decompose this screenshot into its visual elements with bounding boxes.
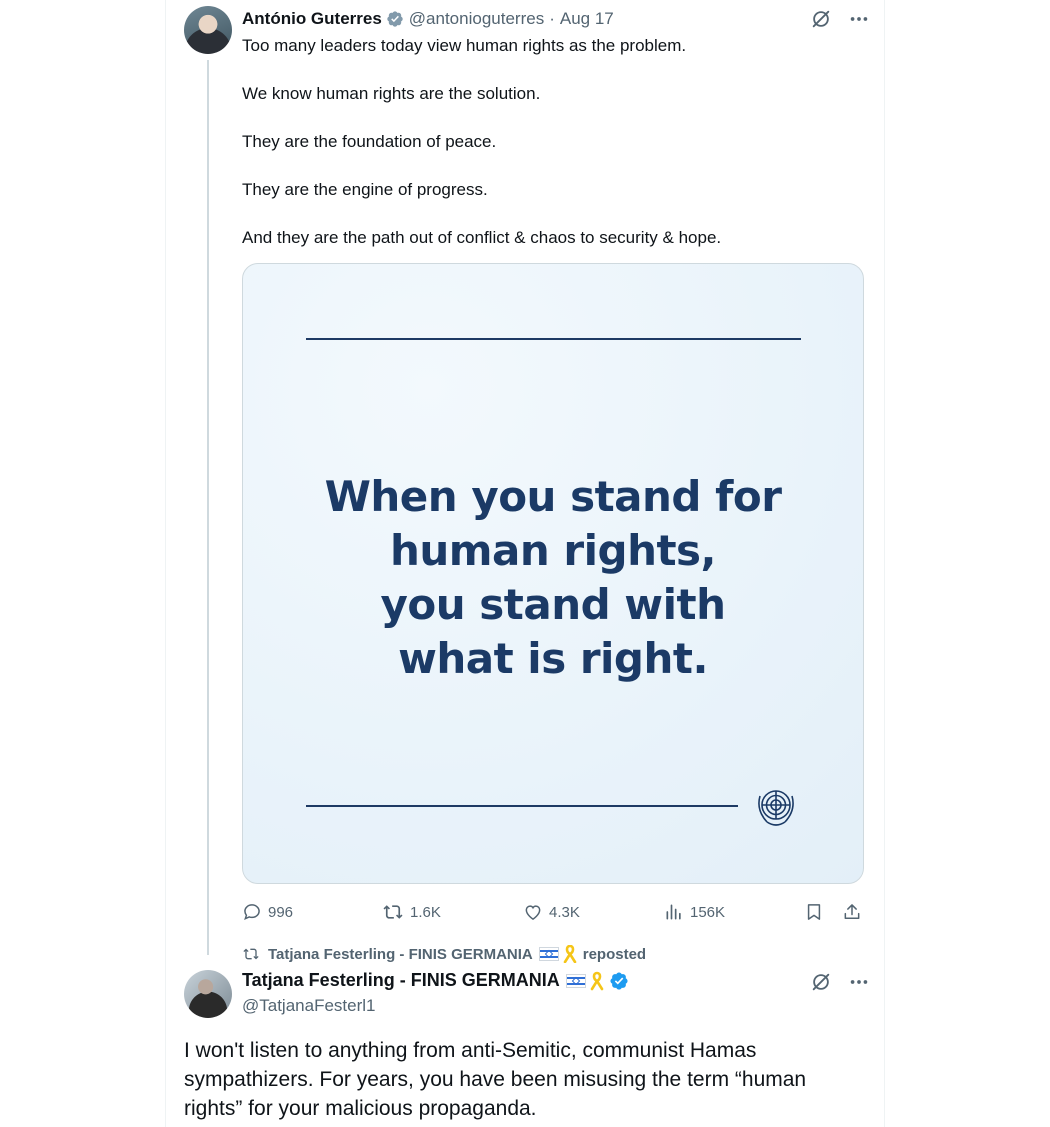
repost-button[interactable]: 1.6K — [382, 898, 441, 926]
image-quote-line: When you stand for — [324, 472, 782, 521]
image-quote-line: you stand with — [380, 580, 726, 629]
tweet-paragraph: They are the foundation of peace. — [242, 132, 497, 151]
repost-banner[interactable]: Tatjana Festerling - FINIS GERMANIA repo… — [242, 945, 646, 963]
verified-badge-blue-icon[interactable] — [609, 971, 629, 991]
dot-separator: · — [549, 9, 555, 28]
author-name[interactable]: Tatjana Festerling - FINIS GERMANIA — [242, 970, 560, 991]
tweet-action-bar: 996 1.6K 4.3K 156K — [242, 898, 864, 926]
bookmark-icon — [807, 904, 821, 920]
post-date[interactable]: Aug 17 — [560, 9, 614, 29]
author-name[interactable]: António Guterres — [242, 9, 382, 29]
grok-icon[interactable] — [810, 8, 832, 30]
reposted-label: reposted — [582, 945, 647, 963]
card-rule-top — [306, 338, 801, 340]
view-count: 156K — [690, 903, 726, 921]
tweet-image[interactable]: When you stand for human rights, you sta… — [242, 263, 864, 884]
un-emblem-icon — [758, 790, 794, 826]
yellow-ribbon-icon — [590, 971, 604, 990]
views-icon — [666, 904, 681, 920]
thread-line — [207, 60, 209, 955]
views-button[interactable]: 156K — [664, 898, 725, 926]
tweet-paragraph: Too many leaders today view human rights… — [242, 36, 687, 55]
yellow-ribbon-icon — [563, 945, 577, 963]
more-icon[interactable] — [848, 8, 870, 30]
avatar[interactable] — [184, 6, 232, 54]
repost-icon — [243, 948, 259, 960]
tweet-top-actions — [810, 8, 870, 30]
avatar[interactable] — [184, 970, 232, 1018]
repost-icon — [383, 905, 403, 919]
more-icon[interactable] — [848, 971, 870, 993]
tweet-header: António Guterres @antonioguterres · Aug … — [242, 8, 614, 30]
reply-header: Tatjana Festerling - FINIS GERMANIA — [242, 970, 629, 991]
image-quote-line: human rights, — [389, 526, 717, 575]
verified-badge-gray-icon[interactable] — [386, 10, 404, 28]
card-rule-bottom — [306, 805, 738, 807]
heart-icon — [525, 905, 541, 920]
reply-top-actions — [810, 971, 870, 993]
reply-count: 996 — [268, 903, 294, 921]
share-icon — [844, 904, 860, 919]
like-count: 4.3K — [549, 903, 580, 921]
bookmark-button[interactable] — [804, 898, 824, 926]
grok-icon[interactable] — [810, 971, 832, 993]
share-button[interactable] — [842, 898, 862, 926]
image-quote-line: what is right. — [398, 634, 708, 683]
israel-flag-icon — [538, 947, 559, 961]
repost-count: 1.6K — [410, 903, 441, 921]
like-button[interactable]: 4.3K — [523, 898, 580, 926]
reply-button[interactable]: 996 — [242, 898, 293, 926]
tweet-text: Too many leaders today view human rights… — [242, 34, 852, 274]
israel-flag-icon — [565, 973, 586, 988]
reply-icon — [244, 904, 260, 921]
reposter-name: Tatjana Festerling - FINIS GERMANIA — [268, 945, 533, 963]
image-quote: When you stand for human rights, you sta… — [243, 470, 863, 686]
author-handle[interactable]: @TatjanaFesterl1 — [242, 996, 376, 1016]
tweet-paragraph: We know human rights are the solution. — [242, 84, 541, 103]
tweet-paragraph: And they are the path out of conflict & … — [242, 228, 722, 247]
author-handle[interactable]: @antonioguterres — [409, 9, 544, 29]
tweet-paragraph: They are the engine of progress. — [242, 180, 488, 199]
reply-text: I won't listen to anything from anti-Sem… — [184, 1039, 807, 1120]
